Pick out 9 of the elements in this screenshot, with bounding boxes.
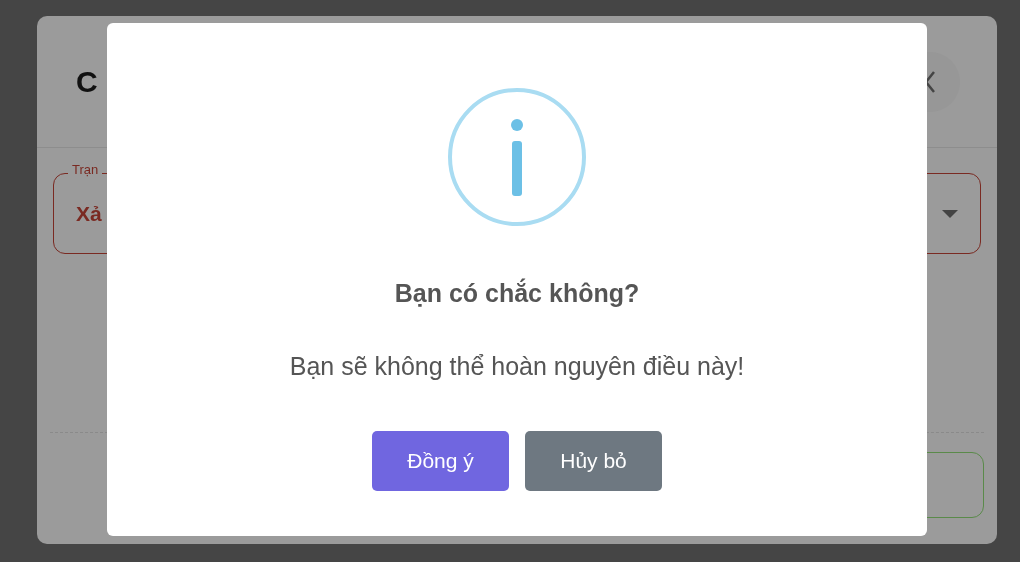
confirm-button[interactable]: Đồng ý xyxy=(372,431,509,491)
field-value: Xả xyxy=(76,201,102,226)
field-label: Trạn xyxy=(68,162,103,177)
alert-message: Bạn sẽ không thể hoàn nguyên điều này! xyxy=(289,352,745,381)
info-icon xyxy=(447,87,587,227)
cancel-button[interactable]: Hủy bỏ xyxy=(525,431,662,491)
caret-icon xyxy=(942,209,958,218)
dialog-title: C xyxy=(76,64,98,99)
alert-title: Bạn có chắc không? xyxy=(394,279,640,308)
